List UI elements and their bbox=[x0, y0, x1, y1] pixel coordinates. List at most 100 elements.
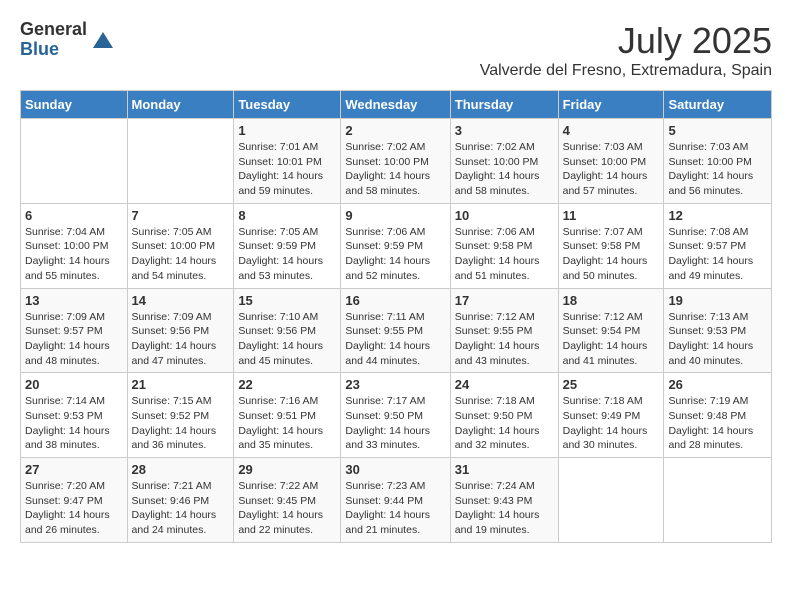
day-detail: Sunrise: 7:17 AM Sunset: 9:50 PM Dayligh… bbox=[345, 394, 445, 453]
calendar-cell: 20Sunrise: 7:14 AM Sunset: 9:53 PM Dayli… bbox=[21, 373, 128, 458]
day-detail: Sunrise: 7:12 AM Sunset: 9:54 PM Dayligh… bbox=[563, 310, 660, 369]
day-detail: Sunrise: 7:23 AM Sunset: 9:44 PM Dayligh… bbox=[345, 479, 445, 538]
day-number: 11 bbox=[563, 208, 660, 223]
day-detail: Sunrise: 7:02 AM Sunset: 10:00 PM Daylig… bbox=[455, 140, 554, 199]
calendar-week-4: 20Sunrise: 7:14 AM Sunset: 9:53 PM Dayli… bbox=[21, 373, 772, 458]
calendar-cell: 11 Sunrise: 7:07 AM Sunset: 9:58 PM Dayli… bbox=[558, 203, 664, 288]
day-detail: Sunrise: 7:20 AM Sunset: 9:47 PM Dayligh… bbox=[25, 479, 123, 538]
day-detail: Sunrise: 7:12 AM Sunset: 9:55 PM Dayligh… bbox=[455, 310, 554, 369]
day-number: 28 bbox=[132, 462, 230, 477]
calendar-cell: 8 Sunrise: 7:05 AM Sunset: 9:59 PM Daylig… bbox=[234, 203, 341, 288]
calendar-cell: 30Sunrise: 7:23 AM Sunset: 9:44 PM Dayli… bbox=[341, 458, 450, 543]
calendar-cell: 4 Sunrise: 7:03 AM Sunset: 10:00 PM Dayli… bbox=[558, 119, 664, 204]
day-detail: Sunrise: 7:05 AM Sunset: 10:00 PM Daylig… bbox=[132, 225, 230, 284]
day-number: 8 bbox=[238, 208, 336, 223]
day-number: 15 bbox=[238, 293, 336, 308]
day-number: 4 bbox=[563, 123, 660, 138]
day-number: 31 bbox=[455, 462, 554, 477]
calendar-cell: 21 Sunrise: 7:15 AM Sunset: 9:52 PM Dayli… bbox=[127, 373, 234, 458]
calendar-cell bbox=[21, 119, 128, 204]
calendar-header-row: SundayMondayTuesdayWednesdayThursdayFrid… bbox=[21, 91, 772, 119]
calendar-cell: 31Sunrise: 7:24 AM Sunset: 9:43 PM Dayli… bbox=[450, 458, 558, 543]
calendar-cell: 23 Sunrise: 7:17 AM Sunset: 9:50 PM Dayli… bbox=[341, 373, 450, 458]
calendar-week-3: 13 Sunrise: 7:09 AM Sunset: 9:57 PM Dayli… bbox=[21, 288, 772, 373]
day-number: 17 bbox=[455, 293, 554, 308]
day-number: 13 bbox=[25, 293, 123, 308]
day-number: 22 bbox=[238, 377, 336, 392]
col-header-tuesday: Tuesday bbox=[234, 91, 341, 119]
day-detail: Sunrise: 7:06 AM Sunset: 9:58 PM Dayligh… bbox=[455, 225, 554, 284]
calendar-cell: 7 Sunrise: 7:05 AM Sunset: 10:00 PM Dayli… bbox=[127, 203, 234, 288]
day-number: 2 bbox=[345, 123, 445, 138]
day-number: 16 bbox=[345, 293, 445, 308]
calendar-cell: 24 Sunrise: 7:18 AM Sunset: 9:50 PM Dayli… bbox=[450, 373, 558, 458]
month-title: July 2025 bbox=[480, 20, 772, 62]
day-detail: Sunrise: 7:09 AM Sunset: 9:56 PM Dayligh… bbox=[132, 310, 230, 369]
calendar-cell: 26Sunrise: 7:19 AM Sunset: 9:48 PM Dayli… bbox=[664, 373, 772, 458]
logo-general-text: General bbox=[20, 20, 87, 40]
calendar-week-1: 1 Sunrise: 7:01 AM Sunset: 10:01 PM Dayli… bbox=[21, 119, 772, 204]
day-number: 6 bbox=[25, 208, 123, 223]
col-header-sunday: Sunday bbox=[21, 91, 128, 119]
calendar-cell bbox=[664, 458, 772, 543]
day-number: 7 bbox=[132, 208, 230, 223]
day-detail: Sunrise: 7:04 AM Sunset: 10:00 PM Daylig… bbox=[25, 225, 123, 284]
calendar-cell: 28 Sunrise: 7:21 AM Sunset: 9:46 PM Dayli… bbox=[127, 458, 234, 543]
calendar-cell: 27 Sunrise: 7:20 AM Sunset: 9:47 PM Dayli… bbox=[21, 458, 128, 543]
calendar-cell: 14 Sunrise: 7:09 AM Sunset: 9:56 PM Dayli… bbox=[127, 288, 234, 373]
col-header-friday: Friday bbox=[558, 91, 664, 119]
day-detail: Sunrise: 7:09 AM Sunset: 9:57 PM Dayligh… bbox=[25, 310, 123, 369]
day-detail: Sunrise: 7:10 AM Sunset: 9:56 PM Dayligh… bbox=[238, 310, 336, 369]
day-number: 1 bbox=[238, 123, 336, 138]
day-detail: Sunrise: 7:02 AM Sunset: 10:00 PM Daylig… bbox=[345, 140, 445, 199]
day-detail: Sunrise: 7:05 AM Sunset: 9:59 PM Dayligh… bbox=[238, 225, 336, 284]
day-detail: Sunrise: 7:07 AM Sunset: 9:58 PM Dayligh… bbox=[563, 225, 660, 284]
calendar-cell: 2 Sunrise: 7:02 AM Sunset: 10:00 PM Dayli… bbox=[341, 119, 450, 204]
calendar-cell: 22 Sunrise: 7:16 AM Sunset: 9:51 PM Dayli… bbox=[234, 373, 341, 458]
day-number: 14 bbox=[132, 293, 230, 308]
day-number: 12 bbox=[668, 208, 767, 223]
day-number: 18 bbox=[563, 293, 660, 308]
calendar-week-5: 27 Sunrise: 7:20 AM Sunset: 9:47 PM Dayli… bbox=[21, 458, 772, 543]
day-detail: Sunrise: 7:13 AM Sunset: 9:53 PM Dayligh… bbox=[668, 310, 767, 369]
day-number: 19 bbox=[668, 293, 767, 308]
day-number: 9 bbox=[345, 208, 445, 223]
calendar-cell: 6 Sunrise: 7:04 AM Sunset: 10:00 PM Dayli… bbox=[21, 203, 128, 288]
day-number: 5 bbox=[668, 123, 767, 138]
day-detail: Sunrise: 7:01 AM Sunset: 10:01 PM Daylig… bbox=[238, 140, 336, 199]
title-block: July 2025 Valverde del Fresno, Extremadu… bbox=[480, 20, 772, 80]
calendar-cell: 5Sunrise: 7:03 AM Sunset: 10:00 PM Dayli… bbox=[664, 119, 772, 204]
page-header: General Blue July 2025 Valverde del Fres… bbox=[20, 20, 772, 80]
day-detail: Sunrise: 7:21 AM Sunset: 9:46 PM Dayligh… bbox=[132, 479, 230, 538]
location-title: Valverde del Fresno, Extremadura, Spain bbox=[480, 62, 772, 80]
day-number: 27 bbox=[25, 462, 123, 477]
day-number: 21 bbox=[132, 377, 230, 392]
day-number: 24 bbox=[455, 377, 554, 392]
col-header-monday: Monday bbox=[127, 91, 234, 119]
day-detail: Sunrise: 7:22 AM Sunset: 9:45 PM Dayligh… bbox=[238, 479, 336, 538]
day-detail: Sunrise: 7:08 AM Sunset: 9:57 PM Dayligh… bbox=[668, 225, 767, 284]
day-detail: Sunrise: 7:18 AM Sunset: 9:50 PM Dayligh… bbox=[455, 394, 554, 453]
col-header-wednesday: Wednesday bbox=[341, 91, 450, 119]
calendar-cell bbox=[558, 458, 664, 543]
day-number: 29 bbox=[238, 462, 336, 477]
calendar-cell: 29 Sunrise: 7:22 AM Sunset: 9:45 PM Dayli… bbox=[234, 458, 341, 543]
day-detail: Sunrise: 7:15 AM Sunset: 9:52 PM Dayligh… bbox=[132, 394, 230, 453]
col-header-saturday: Saturday bbox=[664, 91, 772, 119]
calendar-cell: 10Sunrise: 7:06 AM Sunset: 9:58 PM Dayli… bbox=[450, 203, 558, 288]
day-detail: Sunrise: 7:03 AM Sunset: 10:00 PM Daylig… bbox=[563, 140, 660, 199]
calendar-week-2: 6 Sunrise: 7:04 AM Sunset: 10:00 PM Dayli… bbox=[21, 203, 772, 288]
day-number: 23 bbox=[345, 377, 445, 392]
day-detail: Sunrise: 7:11 AM Sunset: 9:55 PM Dayligh… bbox=[345, 310, 445, 369]
calendar-cell: 25 Sunrise: 7:18 AM Sunset: 9:49 PM Dayli… bbox=[558, 373, 664, 458]
day-detail: Sunrise: 7:14 AM Sunset: 9:53 PM Dayligh… bbox=[25, 394, 123, 453]
calendar-table: SundayMondayTuesdayWednesdayThursdayFrid… bbox=[20, 90, 772, 543]
calendar-cell: 12 Sunrise: 7:08 AM Sunset: 9:57 PM Dayli… bbox=[664, 203, 772, 288]
day-detail: Sunrise: 7:16 AM Sunset: 9:51 PM Dayligh… bbox=[238, 394, 336, 453]
day-number: 25 bbox=[563, 377, 660, 392]
day-detail: Sunrise: 7:19 AM Sunset: 9:48 PM Dayligh… bbox=[668, 394, 767, 453]
calendar-cell: 18 Sunrise: 7:12 AM Sunset: 9:54 PM Dayli… bbox=[558, 288, 664, 373]
day-detail: Sunrise: 7:18 AM Sunset: 9:49 PM Dayligh… bbox=[563, 394, 660, 453]
calendar-cell: 13 Sunrise: 7:09 AM Sunset: 9:57 PM Dayli… bbox=[21, 288, 128, 373]
calendar-cell: 3Sunrise: 7:02 AM Sunset: 10:00 PM Dayli… bbox=[450, 119, 558, 204]
